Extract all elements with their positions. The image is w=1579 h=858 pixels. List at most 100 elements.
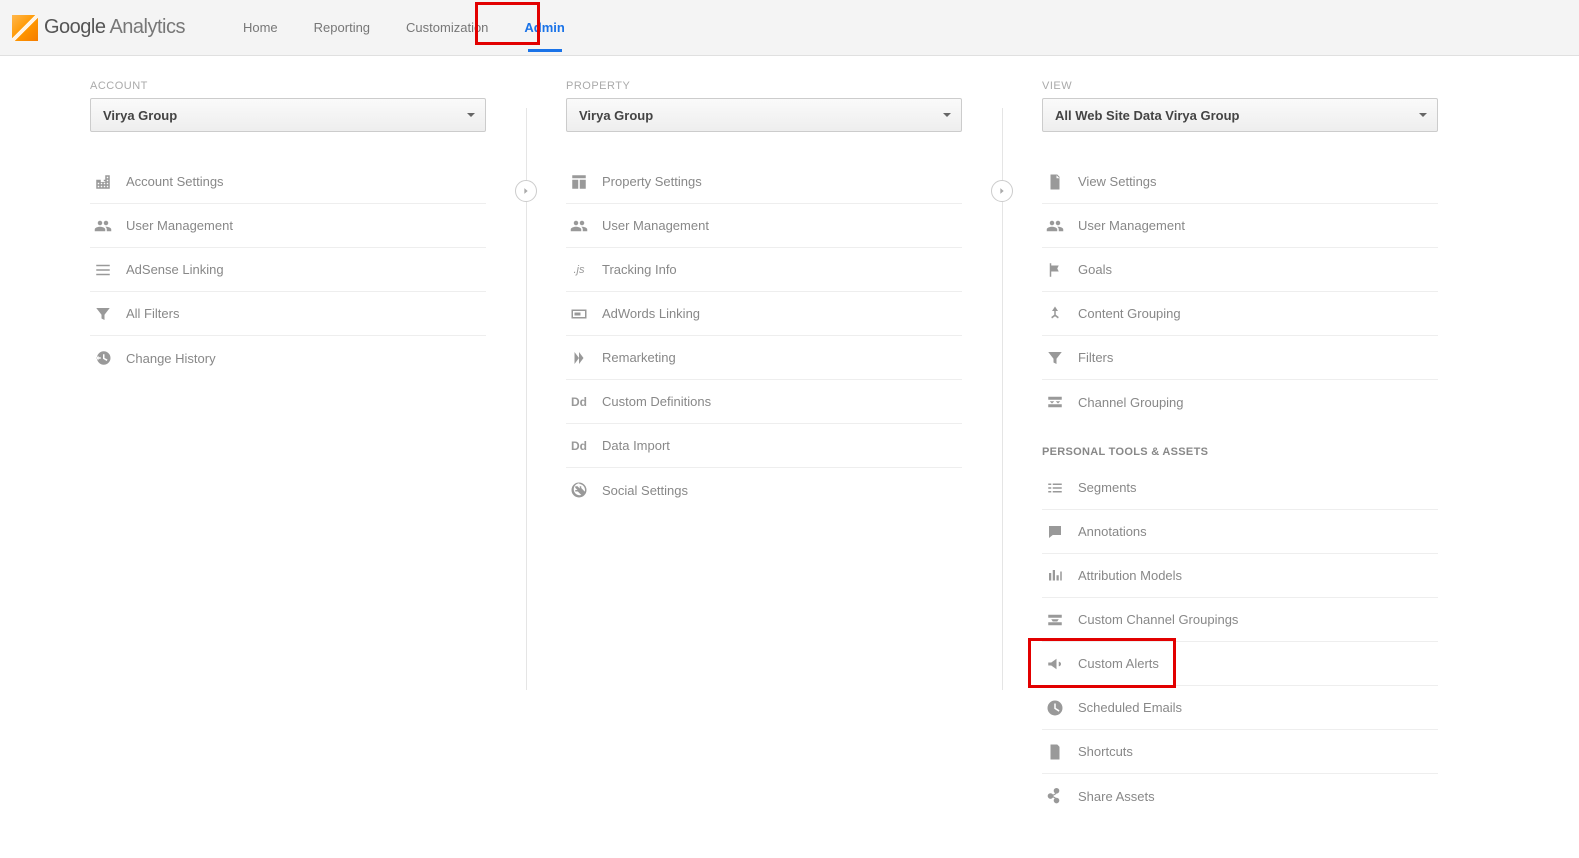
menu-channel-grouping[interactable]: Channel Grouping [1042,380,1438,424]
menu-label: Change History [126,351,216,366]
logo-text: Google Analytics [44,16,185,39]
menu-label: Share Assets [1078,789,1155,804]
list-icon [94,261,112,279]
funnel-icon [94,305,112,323]
menu-label: User Management [1078,218,1185,233]
admin-content: ACCOUNT Virya Group Account Settings Use… [0,56,1579,858]
menu-view-settings[interactable]: View Settings [1042,160,1438,204]
layout-icon [570,173,588,191]
menu-label: Account Settings [126,174,224,189]
menu-tracking-info[interactable]: .js Tracking Info [566,248,962,292]
link-icon [570,305,588,323]
column-view: VIEW All Web Site Data Virya Group View … [1042,80,1438,818]
menu-custom-definitions[interactable]: Dd Custom Definitions [566,380,962,424]
chevron-down-icon [467,113,475,117]
top-nav: Home Reporting Customization Admin [225,0,583,55]
menu-label: View Settings [1078,174,1157,189]
funnel-icon [1046,349,1064,367]
dropdown-view-value: All Web Site Data Virya Group [1055,108,1239,123]
menu-label: Custom Definitions [602,394,711,409]
menu-label: Social Settings [602,483,688,498]
people-icon [1046,217,1064,235]
channel-icon [1046,611,1064,629]
menu-all-filters[interactable]: All Filters [90,292,486,336]
label-account: ACCOUNT [90,80,486,92]
building-icon [94,173,112,191]
menu-label: Filters [1078,350,1113,365]
menu-property-users[interactable]: User Management [566,204,962,248]
menu-annotations[interactable]: Annotations [1042,510,1438,554]
history-icon [94,349,112,367]
column-account: ACCOUNT Virya Group Account Settings Use… [90,80,486,818]
menu-account-settings[interactable]: Account Settings [90,160,486,204]
menu-property: Property Settings User Management .js Tr… [566,160,962,512]
menu-scheduled-emails[interactable]: Scheduled Emails [1042,686,1438,730]
nav-admin[interactable]: Admin [506,0,582,55]
label-view: VIEW [1042,80,1438,92]
label-property: PROPERTY [566,80,962,92]
menu-label: User Management [602,218,709,233]
menu-data-import[interactable]: Dd Data Import [566,424,962,468]
menu-label: Attribution Models [1078,568,1182,583]
menu-change-history[interactable]: Change History [90,336,486,380]
menu-custom-channel-groupings[interactable]: Custom Channel Groupings [1042,598,1438,642]
people-icon [570,217,588,235]
menu-account-users[interactable]: User Management [90,204,486,248]
menu-goals[interactable]: Goals [1042,248,1438,292]
channel-icon [1046,393,1064,411]
column-property: PROPERTY Virya Group Property Settings U… [566,80,962,818]
menu-label: Goals [1078,262,1112,277]
menu-adwords-linking[interactable]: AdWords Linking [566,292,962,336]
menu-label: Channel Grouping [1078,395,1184,410]
menu-content-grouping[interactable]: Content Grouping [1042,292,1438,336]
dropdown-account-value: Virya Group [103,108,177,123]
megaphone-icon [1046,655,1064,673]
menu-view: View Settings User Management Goals Cont… [1042,160,1438,424]
menu-label: Custom Alerts [1078,656,1159,671]
chevron-down-icon [943,113,951,117]
menu-share-assets[interactable]: Share Assets [1042,774,1438,818]
menu-label: Custom Channel Groupings [1078,612,1238,627]
menu-label: Tracking Info [602,262,677,277]
menu-label: Data Import [602,438,670,453]
menu-remarketing[interactable]: Remarketing [566,336,962,380]
menu-label: Content Grouping [1078,306,1181,321]
nav-customization[interactable]: Customization [388,0,506,55]
menu-label: AdSense Linking [126,262,224,277]
menu-view-filters[interactable]: Filters [1042,336,1438,380]
menu-custom-alerts[interactable]: Custom Alerts [1042,642,1438,686]
menu-view-users[interactable]: User Management [1042,204,1438,248]
menu-label: All Filters [126,306,179,321]
menu-view-personal: Segments Annotations Attribution Models … [1042,466,1438,818]
people-icon [94,217,112,235]
topbar: Google Analytics Home Reporting Customiz… [0,0,1579,56]
menu-label: User Management [126,218,233,233]
menu-label: Property Settings [602,174,702,189]
content-grouping-icon [1046,305,1064,323]
arrow-right-button[interactable] [991,180,1013,202]
chevron-down-icon [1419,113,1427,117]
dd-icon: Dd [570,393,588,411]
document-icon [1046,173,1064,191]
menu-property-settings[interactable]: Property Settings [566,160,962,204]
menu-label: Annotations [1078,524,1147,539]
menu-account: Account Settings User Management AdSense… [90,160,486,380]
nav-home[interactable]: Home [225,0,296,55]
menu-label: Remarketing [602,350,676,365]
remarketing-icon [570,349,588,367]
dropdown-account[interactable]: Virya Group [90,98,486,132]
label-personal-tools: PERSONAL TOOLS & ASSETS [1042,446,1438,458]
menu-social-settings[interactable]: Social Settings [566,468,962,512]
dropdown-property[interactable]: Virya Group [566,98,962,132]
nav-reporting[interactable]: Reporting [296,0,388,55]
globe-icon [570,481,588,499]
menu-segments[interactable]: Segments [1042,466,1438,510]
logo[interactable]: Google Analytics [12,15,185,41]
menu-adsense-linking[interactable]: AdSense Linking [90,248,486,292]
dropdown-view[interactable]: All Web Site Data Virya Group [1042,98,1438,132]
js-icon: .js [570,261,588,279]
menu-shortcuts[interactable]: Shortcuts [1042,730,1438,774]
dd-icon: Dd [570,437,588,455]
menu-attribution-models[interactable]: Attribution Models [1042,554,1438,598]
arrow-right-button[interactable] [515,180,537,202]
